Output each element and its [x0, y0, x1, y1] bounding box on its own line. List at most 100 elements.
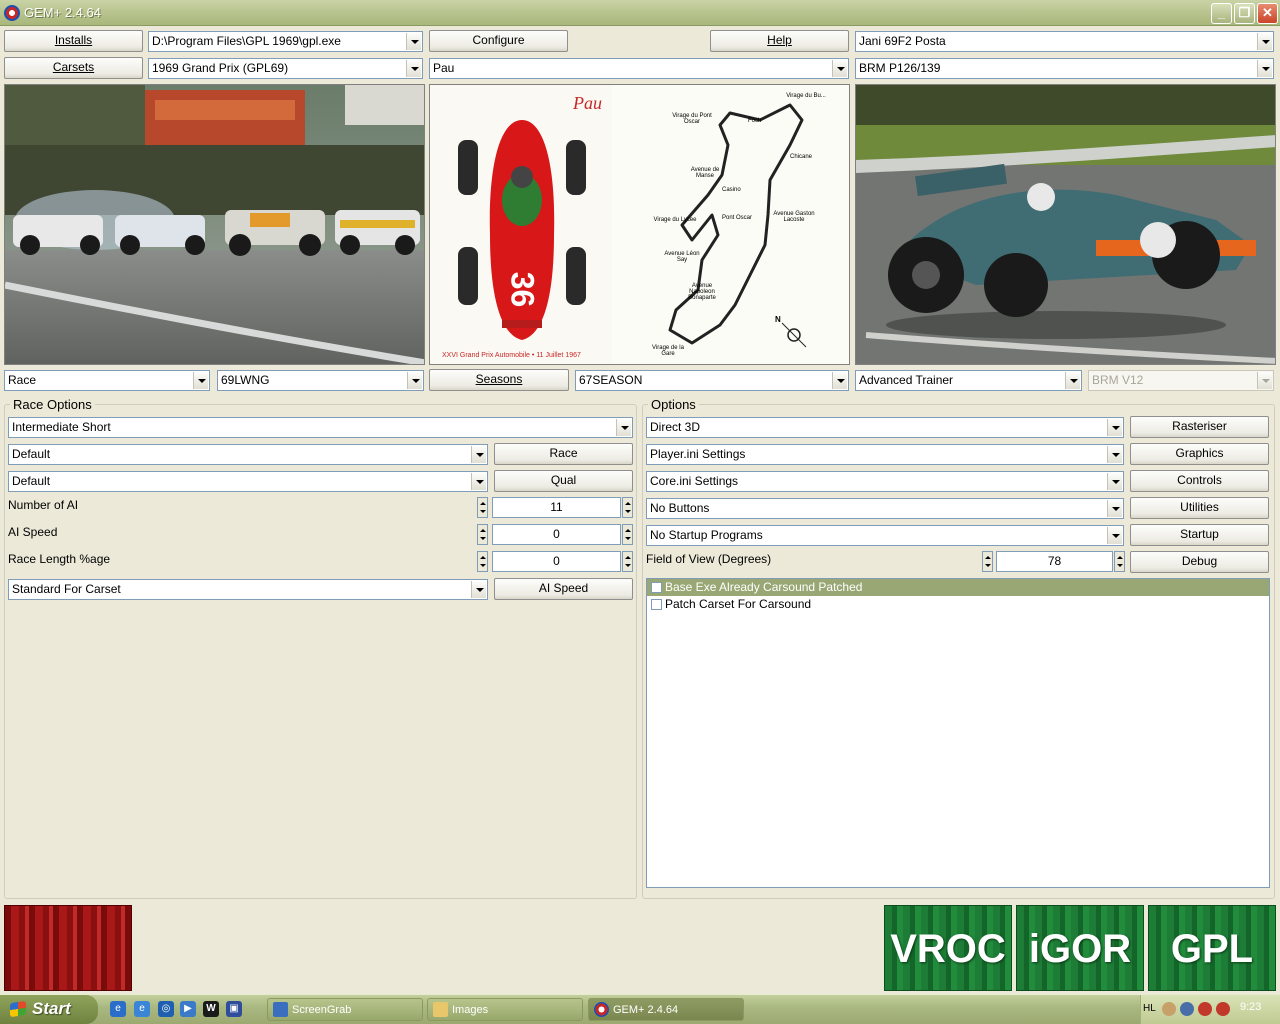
chevron-down-icon[interactable]: [1107, 527, 1122, 544]
messenger-icon[interactable]: ◎: [158, 1001, 174, 1017]
race-setting-select[interactable]: Default: [8, 444, 488, 465]
race-button[interactable]: Race: [494, 443, 633, 465]
gpl-launch-button[interactable]: GPL: [1148, 905, 1276, 991]
chevron-left-icon[interactable]: [1162, 1002, 1176, 1016]
chevron-down-icon[interactable]: [471, 473, 486, 490]
clock: 9:23: [1240, 1001, 1262, 1013]
debug-button[interactable]: Debug: [1130, 551, 1269, 573]
season-select[interactable]: 67SEASON: [575, 370, 849, 391]
brm-car-image: [856, 85, 1275, 364]
chevron-down-icon[interactable]: [1065, 372, 1080, 389]
language-indicator[interactable]: HL: [1143, 1003, 1156, 1014]
minimize-button[interactable]: _: [1211, 3, 1232, 24]
num-ai-spinner[interactable]: [477, 497, 488, 518]
num-ai-spinner-right[interactable]: [622, 497, 633, 518]
check-item-patch-carset[interactable]: Patch Carset For Carsound: [647, 596, 1269, 613]
corner-label: Avenue Napoleon Bonaparte: [688, 283, 716, 301]
carsets-button[interactable]: Carsets: [4, 57, 143, 79]
fov-spinner-right[interactable]: [1114, 551, 1125, 572]
vroc-launch-button[interactable]: VROC: [884, 905, 1012, 991]
chevron-down-icon[interactable]: [193, 372, 208, 389]
igor-launch-button[interactable]: iGOR: [1016, 905, 1144, 991]
install-path-select[interactable]: D:\Program Files\GPL 1969\gpl.exe: [148, 31, 423, 52]
track-value: Pau: [433, 61, 455, 75]
renderer-select[interactable]: Direct 3D: [646, 417, 1124, 438]
driver-select[interactable]: Jani 69F2 Posta: [855, 31, 1274, 52]
antivirus-icon[interactable]: [1216, 1002, 1230, 1016]
carsound-check-list[interactable]: Base Exe Already Carsound Patched Patch …: [646, 578, 1270, 888]
session-type-value: Race: [8, 373, 37, 387]
check-item-label: Base Exe Already Carsound Patched: [665, 580, 863, 594]
task-images[interactable]: Images: [427, 998, 583, 1021]
chevron-down-icon[interactable]: [407, 372, 422, 389]
race-length-select[interactable]: Intermediate Short: [8, 417, 633, 438]
ie-icon[interactable]: e: [110, 1001, 126, 1017]
chevron-down-icon[interactable]: [832, 372, 847, 389]
fov-input[interactable]: 78: [996, 551, 1113, 572]
ai-speed-spinner-right[interactable]: [622, 524, 633, 545]
ai-speed-button[interactable]: AI Speed: [494, 578, 633, 600]
qual-button[interactable]: Qual: [494, 470, 633, 492]
word-icon[interactable]: W: [203, 1001, 219, 1017]
chevron-down-icon[interactable]: [406, 33, 421, 50]
chevron-down-icon[interactable]: [1257, 33, 1272, 50]
car-select[interactable]: BRM P126/139: [855, 58, 1274, 79]
network-icon[interactable]: [1180, 1002, 1194, 1016]
buttons-select[interactable]: No Buttons: [646, 498, 1124, 519]
player-ini-select[interactable]: Player.ini Settings: [646, 444, 1124, 465]
checkbox-icon[interactable]: [651, 582, 662, 593]
configure-button[interactable]: Configure: [429, 30, 568, 52]
race-length-pct-input[interactable]: 0: [492, 551, 621, 572]
core-ini-select[interactable]: Core.ini Settings: [646, 471, 1124, 492]
race-length-pct-spinner-right[interactable]: [622, 551, 633, 572]
chevron-down-icon[interactable]: [1107, 500, 1122, 517]
media-player-icon[interactable]: ▶: [180, 1001, 196, 1017]
utilities-button[interactable]: Utilities: [1130, 497, 1269, 519]
num-ai-input[interactable]: 11: [492, 497, 621, 518]
chevron-down-icon[interactable]: [406, 60, 421, 77]
install-path-value: D:\Program Files\GPL 1969\gpl.exe: [152, 34, 341, 48]
startup-button[interactable]: Startup: [1130, 524, 1269, 546]
chevron-down-icon[interactable]: [471, 581, 486, 598]
difficulty-select[interactable]: Advanced Trainer: [855, 370, 1082, 391]
close-button[interactable]: ✕: [1257, 3, 1278, 24]
check-item-base-exe-patched[interactable]: Base Exe Already Carsound Patched: [647, 579, 1269, 596]
task-gem[interactable]: GEM+ 2.4.64: [588, 998, 744, 1021]
ai-speed-input[interactable]: 0: [492, 524, 621, 545]
chevron-down-icon[interactable]: [1107, 446, 1122, 463]
corner-label: Avenue de Manse: [690, 167, 720, 179]
save-disk-icon[interactable]: ▣: [226, 1001, 242, 1017]
carset-select[interactable]: 1969 Grand Prix (GPL69): [148, 58, 423, 79]
chevron-down-icon[interactable]: [1107, 419, 1122, 436]
setup-select[interactable]: 69LWNG: [217, 370, 424, 391]
corner-label: Pont Oscar: [722, 215, 753, 221]
ai-speed-preset-select[interactable]: Standard For Carset: [8, 579, 488, 600]
session-type-select[interactable]: Race: [4, 370, 210, 391]
startup-programs-select[interactable]: No Startup Programs: [646, 525, 1124, 546]
browser-icon[interactable]: e: [134, 1001, 150, 1017]
rasteriser-button[interactable]: Rasteriser: [1130, 416, 1269, 438]
task-label: Images: [452, 1004, 489, 1016]
restore-button[interactable]: ❐: [1234, 3, 1255, 24]
shield-icon[interactable]: [1198, 1002, 1212, 1016]
chevron-down-icon[interactable]: [471, 446, 486, 463]
controls-button[interactable]: Controls: [1130, 470, 1269, 492]
checkbox-icon[interactable]: [651, 599, 662, 610]
installs-button[interactable]: Installs: [4, 30, 143, 52]
car-value: BRM P126/139: [859, 61, 941, 75]
race-length-pct-spinner[interactable]: [477, 551, 488, 572]
ai-speed-preset-value: Standard For Carset: [12, 582, 121, 596]
fov-spinner[interactable]: [982, 551, 993, 572]
task-screengrab[interactable]: ScreenGrab: [267, 998, 423, 1021]
track-select[interactable]: Pau: [429, 58, 849, 79]
chevron-down-icon[interactable]: [832, 60, 847, 77]
chevron-down-icon[interactable]: [1257, 60, 1272, 77]
chevron-down-icon[interactable]: [1107, 473, 1122, 490]
ai-speed-spinner[interactable]: [477, 524, 488, 545]
chevron-down-icon[interactable]: [616, 419, 631, 436]
graphics-button[interactable]: Graphics: [1130, 443, 1269, 465]
help-button[interactable]: Help: [710, 30, 849, 52]
qual-setting-select[interactable]: Default: [8, 471, 488, 492]
seasons-button[interactable]: Seasons: [429, 369, 569, 391]
title-bar[interactable]: [0, 0, 1280, 26]
